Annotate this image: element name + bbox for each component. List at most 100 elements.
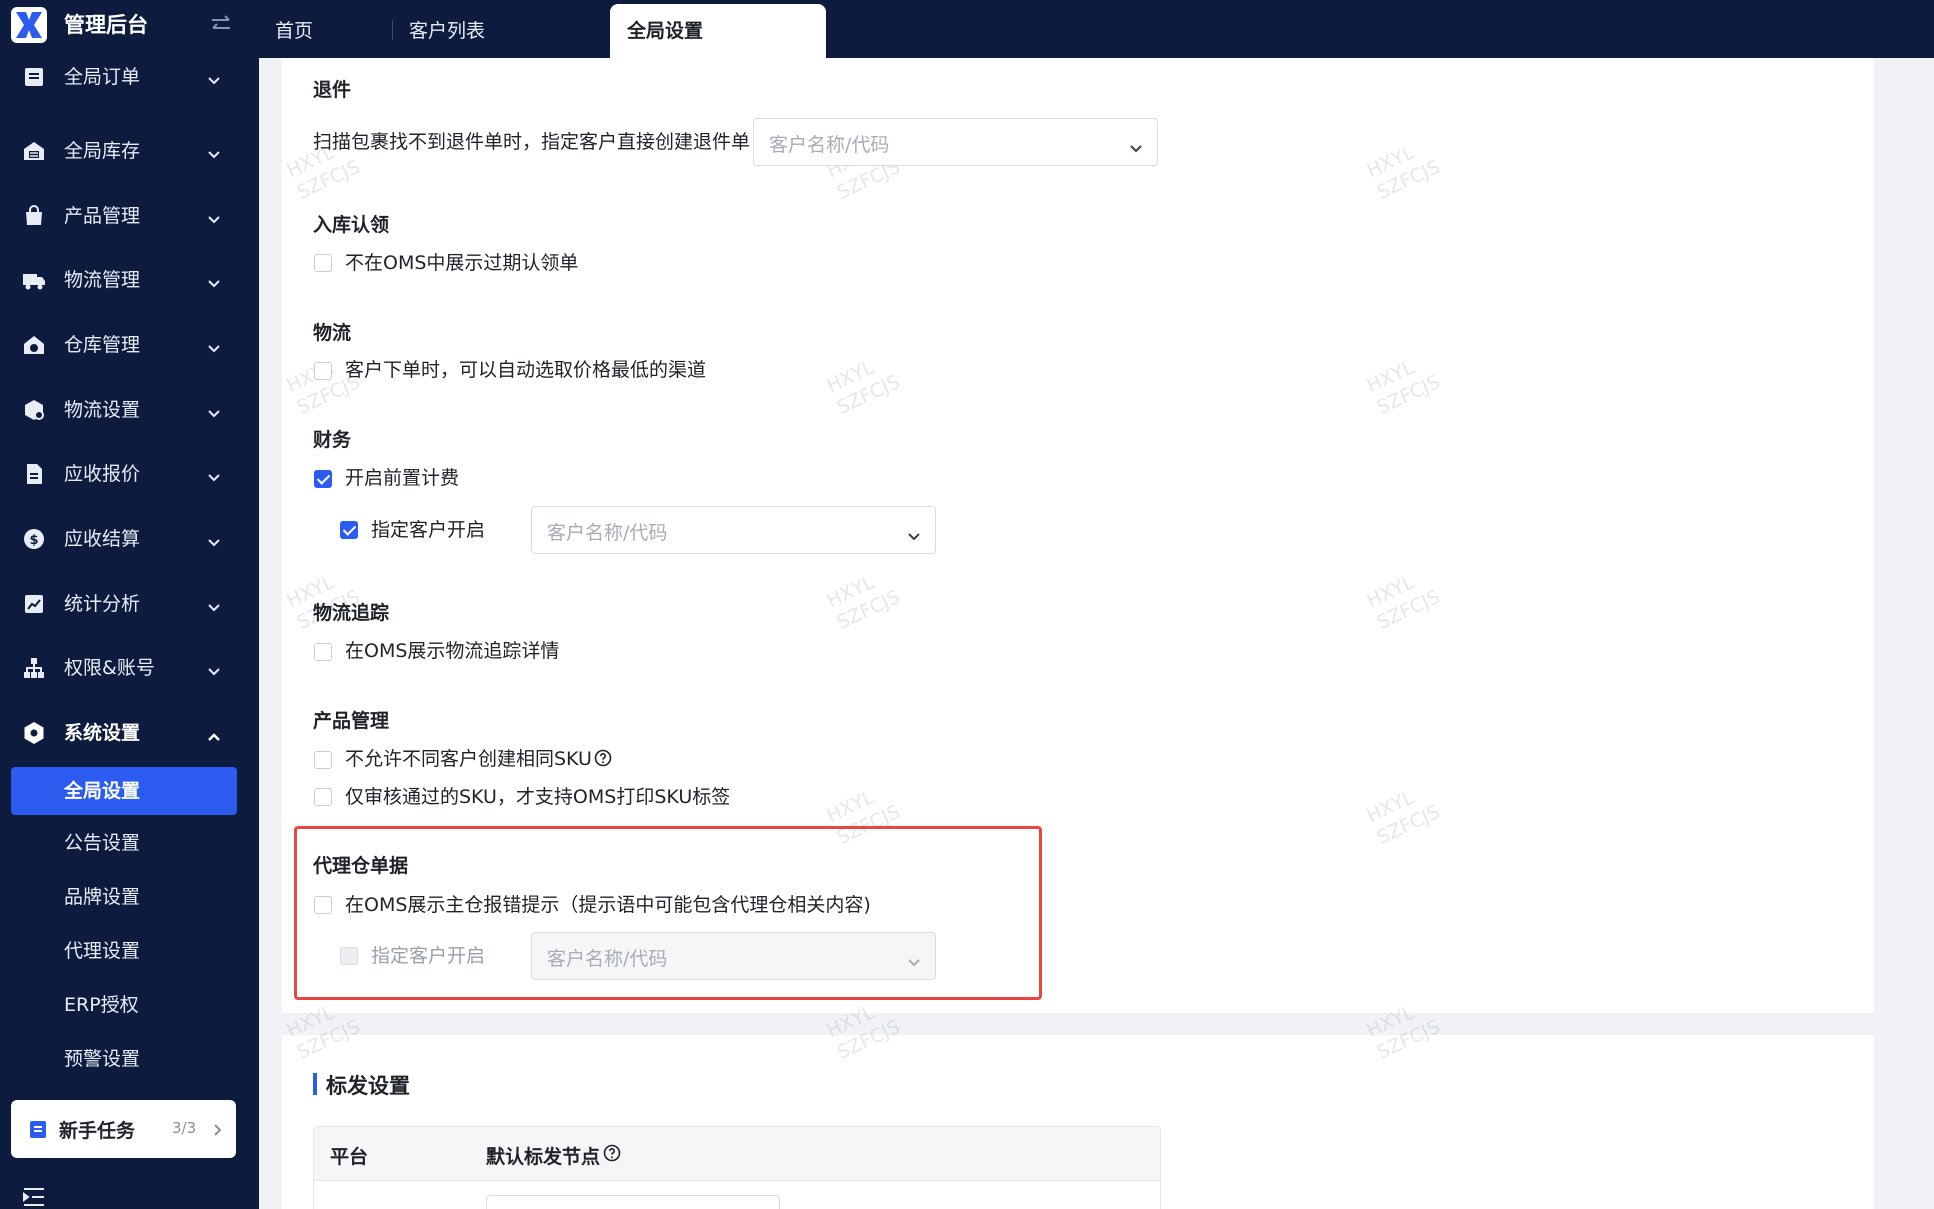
default-node-select[interactable] — [486, 1195, 780, 1209]
sidebar-item-label: 权限&账号 — [64, 657, 155, 679]
sidebar-item-label: 全局订单 — [64, 66, 141, 88]
task-label: 新手任务 — [59, 1120, 136, 1142]
tab-home[interactable]: 首页 — [275, 4, 313, 58]
section-title-inbound: 入库认领 — [313, 214, 390, 236]
sidebar-item-warehouse-management[interactable]: 仓库管理 — [0, 320, 259, 370]
sidebar-item-logistics-settings[interactable]: 物流设置 — [0, 385, 259, 435]
sidebar-item-permissions[interactable]: 权限&账号 — [0, 643, 259, 693]
sidebar-item-label: 系统设置 — [64, 722, 141, 744]
tab-global-settings[interactable]: 全局设置 — [610, 4, 826, 58]
chevron-down-icon — [206, 338, 222, 353]
finance-sub-option-label: 指定客户开启 — [371, 519, 486, 541]
sidebar-item-global-orders[interactable]: 全局订单 — [0, 58, 259, 102]
product-icon — [22, 204, 46, 228]
chevron-down-icon — [206, 597, 222, 612]
finance-customer-checkbox[interactable] — [340, 521, 358, 539]
quote-icon — [22, 462, 46, 486]
sidebar-item-global-inventory[interactable]: 全局库存 — [0, 126, 259, 176]
sidebar-item-label: 仓库管理 — [64, 334, 141, 356]
sidebar-subitem-agent[interactable]: 代理设置 — [11, 927, 237, 975]
sidebar-subitem-global-settings[interactable]: 全局设置 — [11, 767, 237, 815]
app-logo — [11, 7, 47, 43]
tab-divider — [392, 20, 393, 40]
chevron-down-icon — [206, 467, 222, 482]
product-option2-label: 仅审核通过的SKU，才支持OMS打印SKU标签 — [345, 786, 731, 808]
org-icon — [22, 656, 46, 680]
finance-option-label: 开启前置计费 — [345, 467, 460, 489]
system-settings-icon — [22, 721, 46, 745]
column-header-platform: 平台 — [330, 1146, 369, 1168]
chevron-down-icon — [206, 144, 222, 159]
section-title-shipping: 标发设置 — [326, 1074, 410, 1098]
sidebar-item-label: 产品管理 — [64, 205, 141, 227]
section-title-finance: 财务 — [313, 429, 352, 451]
shipping-table: 平台 默认标发节点 — [313, 1126, 1161, 1209]
select-placeholder: 客户名称/代码 — [547, 522, 668, 544]
svg-text:$: $ — [29, 533, 38, 548]
table-header: 平台 默认标发节点 — [314, 1127, 1160, 1181]
inbound-checkbox[interactable] — [314, 254, 332, 272]
brand: 管理后台 — [0, 0, 259, 58]
inventory-icon — [22, 139, 46, 163]
return-customer-select[interactable]: 客户名称/代码 — [753, 118, 1158, 166]
chevron-right-icon — [213, 1121, 223, 1137]
sidebar-subitem-alerts[interactable]: 预警设置 — [11, 1035, 237, 1083]
help-circle-icon[interactable] — [594, 749, 612, 767]
product-unique-sku-checkbox[interactable] — [314, 751, 332, 769]
chevron-down-icon — [206, 532, 222, 547]
finance-prebilling-checkbox[interactable] — [314, 470, 332, 488]
sidebar-item-label: 应收结算 — [64, 528, 141, 550]
clipboard-icon — [28, 1119, 48, 1139]
truck-icon — [22, 268, 46, 292]
section-title-agent-warehouse: 代理仓单据 — [313, 855, 409, 877]
sidebar-item-label: 全局库存 — [64, 140, 141, 162]
section-title-return: 退件 — [313, 79, 352, 101]
chevron-down-icon — [206, 70, 222, 85]
product-option1-label: 不允许不同客户创建相同SKU — [345, 748, 592, 770]
sidebar-item-system-settings[interactable]: 系统设置 — [0, 708, 259, 758]
chevron-down-icon — [907, 525, 921, 541]
finance-customer-select[interactable]: 客户名称/代码 — [531, 506, 936, 554]
settlement-icon: $ — [22, 527, 46, 551]
tracking-checkbox[interactable] — [314, 643, 332, 661]
agent-customer-checkbox[interactable] — [340, 947, 358, 965]
tab-customer-list[interactable]: 客户列表 — [409, 4, 485, 58]
agent-error-tip-checkbox[interactable] — [314, 896, 332, 914]
sidebar-item-statistics[interactable]: 统计分析 — [0, 579, 259, 629]
sidebar-item-receivable-settlement[interactable]: $ 应收结算 — [0, 514, 259, 564]
return-label: 扫描包裹找不到退件单时，指定客户直接创建退件单 — [313, 131, 751, 153]
inbound-option-label: 不在OMS中展示过期认领单 — [345, 252, 579, 274]
select-placeholder: 客户名称/代码 — [547, 948, 668, 970]
sidebar-item-product-management[interactable]: 产品管理 — [0, 191, 259, 241]
help-circle-icon[interactable] — [603, 1144, 621, 1162]
sidebar-item-logistics-management[interactable]: 物流管理 — [0, 255, 259, 305]
product-approved-sku-checkbox[interactable] — [314, 788, 332, 806]
sidebar-subitem-announcement[interactable]: 公告设置 — [11, 819, 237, 867]
chevron-down-icon — [206, 661, 222, 676]
select-placeholder: 客户名称/代码 — [769, 134, 890, 156]
order-icon — [22, 65, 46, 89]
chevron-up-icon — [206, 726, 222, 741]
sidebar-item-receivable-quote[interactable]: 应收报价 — [0, 449, 259, 499]
sidebar-subitem-brand[interactable]: 品牌设置 — [11, 873, 237, 921]
section-title-product: 产品管理 — [313, 710, 390, 732]
task-count: 3/3 — [172, 1119, 197, 1137]
sidebar-item-label: 统计分析 — [64, 593, 141, 615]
sidebar-toggle-icon[interactable] — [209, 12, 233, 36]
sidebar-subitem-erp[interactable]: ERP授权 — [11, 981, 237, 1029]
sidebar-item-label: 应收报价 — [64, 463, 141, 485]
section-title-tracking: 物流追踪 — [313, 602, 390, 624]
top-bar: 管理后台 首页 客户列表 全局设置 — [0, 0, 1934, 58]
logistics-checkbox[interactable] — [314, 362, 332, 380]
onboarding-task-card[interactable]: 新手任务 3/3 — [11, 1100, 236, 1158]
sidebar: 全局订单 全局库存 产品管理 物流管理 仓库管理 物流设置 应收报价 $ 应收结… — [0, 58, 259, 1209]
agent-customer-select[interactable]: 客户名称/代码 — [531, 932, 936, 980]
column-header-default-node: 默认标发节点 — [486, 1146, 601, 1168]
chevron-down-icon — [206, 209, 222, 224]
logistics-option-label: 客户下单时，可以自动选取价格最低的渠道 — [345, 359, 707, 381]
section-title-logistics: 物流 — [313, 322, 352, 344]
chevron-down-icon — [206, 273, 222, 288]
app-title: 管理后台 — [64, 13, 148, 37]
chart-icon — [22, 592, 46, 616]
menu-fold-icon[interactable] — [22, 1186, 46, 1208]
